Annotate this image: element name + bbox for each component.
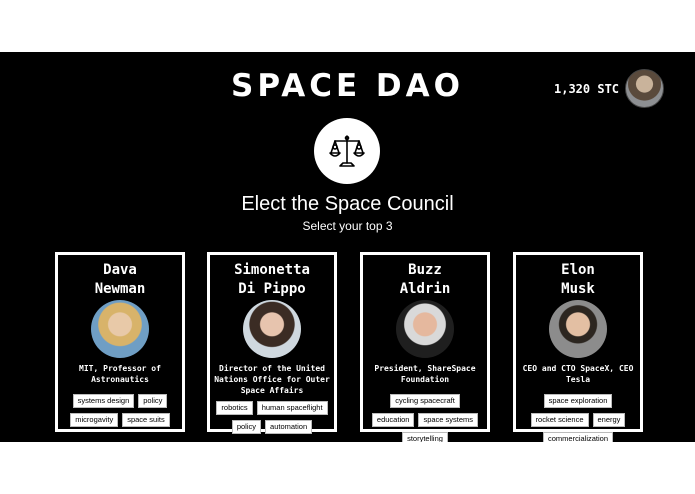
candidate-photo (243, 300, 301, 358)
candidate-last-name: Musk (561, 281, 595, 297)
candidate-last-name: Di Pippo (238, 281, 306, 297)
tag: systems design (72, 394, 135, 408)
tag: human spaceflight (256, 401, 328, 415)
candidate-first-name: Buzz (408, 262, 442, 278)
candidate-first-name: Dava (103, 262, 137, 278)
candidate-last-name: Aldrin (399, 281, 451, 297)
scales-of-justice-icon (314, 118, 380, 184)
tag: policy (138, 394, 168, 408)
candidate-photo (396, 300, 454, 358)
app-stage: SPACE DAO 1,320 STC Elect the Space Coun… (0, 52, 695, 442)
token-balance: 1,320 STC (554, 82, 620, 96)
candidate-tags: systems design policy microgavity space … (64, 394, 176, 427)
candidate-tags: space exploration rocket science energy … (522, 394, 634, 442)
tag: energy (592, 413, 626, 427)
candidate-card-buzz-aldrin[interactable]: Buzz Aldrin President, ShareSpace Founda… (360, 252, 490, 442)
candidate-last-name: Newman (94, 281, 146, 297)
candidate-card-simonetta-di-pippo[interactable]: Simonetta Di Pippo Director of the Unite… (207, 252, 337, 434)
candidate-first-name: Elon (561, 262, 595, 278)
candidate-photo (91, 300, 149, 358)
candidate-title: Director of the United Nations Office fo… (214, 364, 330, 395)
tag: policy (231, 420, 262, 434)
tag: education (371, 413, 415, 427)
tag: cycling spacecraft (390, 394, 460, 408)
candidate-title: President, ShareSpace Foundation (374, 364, 476, 384)
tag: rocket science (530, 413, 589, 427)
candidate-name: Buzz Aldrin (363, 261, 487, 299)
candidate-name: Elon Musk (516, 261, 640, 299)
candidate-card-elon-musk[interactable]: Elon Musk CEO and CTO SpaceX, CEO Tesla … (513, 252, 643, 442)
candidate-title: CEO and CTO SpaceX, CEO Tesla (522, 364, 634, 384)
user-avatar[interactable] (625, 69, 664, 108)
page-subtitle: Select your top 3 (302, 219, 393, 233)
tag: microgavity (70, 413, 119, 427)
tag: robotics (216, 401, 253, 415)
candidate-tags: robotics human spaceflight policy automa… (216, 401, 328, 434)
tag: space suits (122, 413, 170, 427)
tag: space systems (418, 413, 479, 427)
candidate-photo (549, 300, 607, 358)
page-title: Elect the Space Council (241, 193, 454, 215)
tag: storytelling (402, 432, 448, 442)
candidate-card-dava-newman[interactable]: Dava Newman MIT, Professor of Astronauti… (55, 252, 185, 432)
candidate-name: Simonetta Di Pippo (210, 261, 334, 299)
tag: space exploration (543, 394, 613, 408)
candidate-first-name: Simonetta (234, 262, 310, 278)
tag: commercialization (542, 432, 614, 442)
candidate-title: MIT, Professor of Astronautics (79, 364, 161, 384)
tag: automation (265, 420, 313, 434)
candidate-tags: cycling spacecraft education space syste… (369, 394, 481, 442)
candidate-name: Dava Newman (58, 261, 182, 299)
